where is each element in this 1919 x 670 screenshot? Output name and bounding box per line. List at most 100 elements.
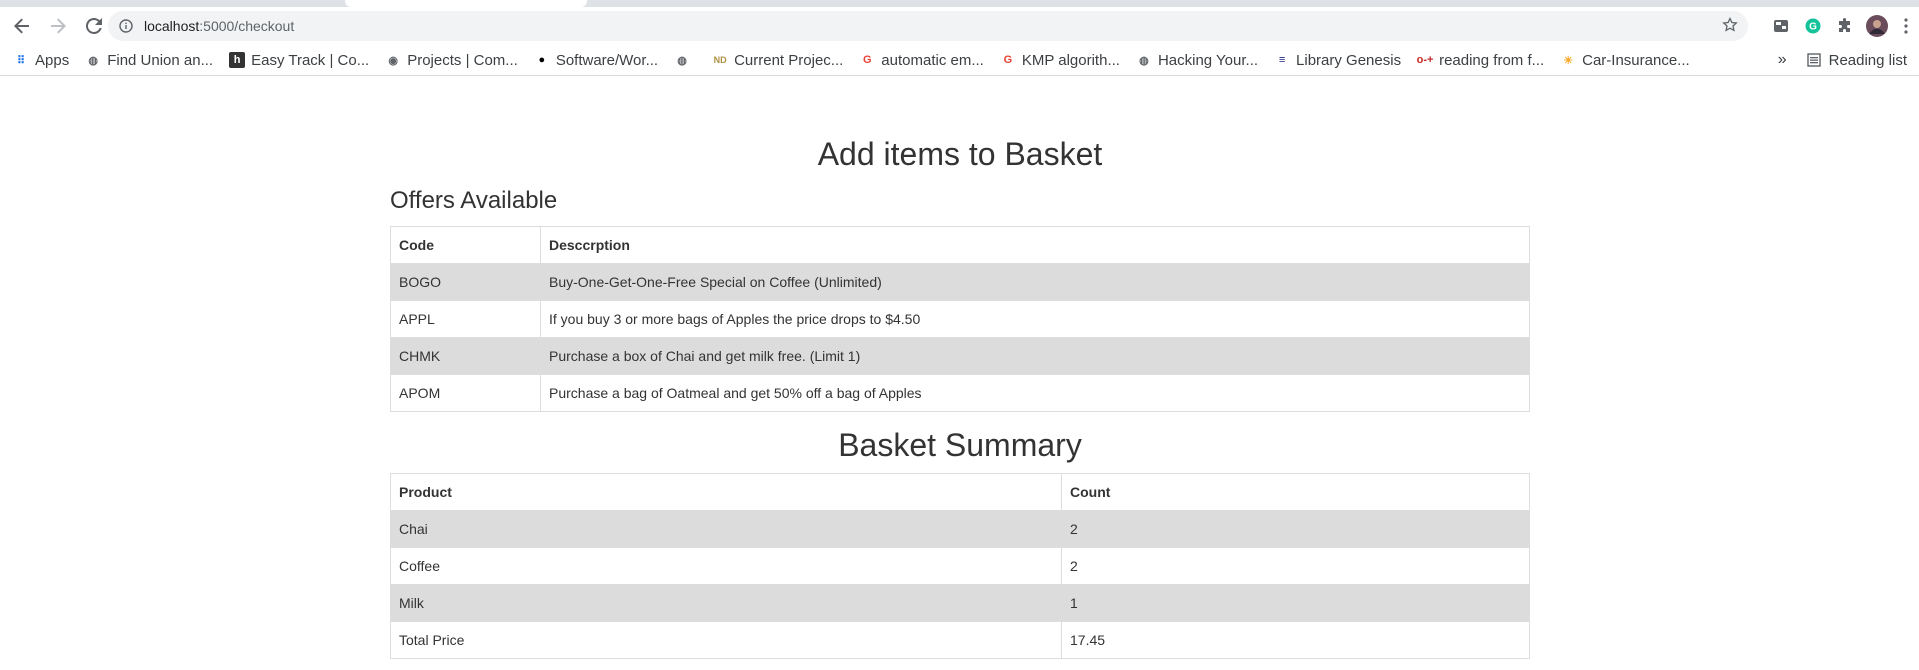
bookmark-item[interactable]: ND Current Projec...: [712, 51, 844, 69]
column-header-product: Product: [390, 473, 1062, 511]
offer-code: CHMK: [390, 337, 541, 375]
bookmark-label: Find Union an...: [107, 51, 214, 69]
bookmark-label: KMP algorith...: [1021, 51, 1120, 69]
offer-row: CHMK Purchase a box of Chai and get milk …: [390, 337, 1530, 375]
offer-row: APPL If you buy 3 or more bags of Apples …: [390, 300, 1530, 338]
bookmark-item[interactable]: ☀ Car-Insurance...: [1560, 51, 1690, 69]
offer-code: APPL: [390, 300, 541, 338]
summary-product: Chai: [390, 510, 1062, 548]
bookmark-label: Apps: [35, 51, 70, 69]
info-icon[interactable]: [118, 18, 134, 34]
bookmark-item[interactable]: G KMP algorith...: [1000, 52, 1120, 69]
summary-product: Milk: [390, 584, 1062, 622]
active-tab[interactable]: [345, 0, 587, 7]
forward-button[interactable]: [40, 8, 76, 44]
bookmark-item[interactable]: Gautomatic em...: [859, 52, 984, 69]
bookmark-item[interactable]: ● Software/Wor...: [534, 52, 658, 69]
back-button[interactable]: [4, 8, 40, 44]
summary-product: Total Price: [390, 621, 1062, 659]
offer-description: If you buy 3 or more bags of Apples the …: [540, 300, 1530, 338]
extensions-area: G: [1765, 7, 1919, 45]
bulb-icon: ☀: [1563, 54, 1574, 67]
location-icon: ◉: [388, 54, 399, 67]
url-host: localhost: [144, 18, 200, 34]
bookmark-item[interactable]: ◍ Find Union an...: [85, 52, 213, 69]
globe-icon: ◍: [677, 54, 687, 67]
bookmark-label: reading from f...: [1439, 51, 1545, 69]
reload-icon: [86, 18, 102, 34]
h-logo-icon: h: [229, 52, 246, 68]
column-header-count: Count: [1061, 473, 1530, 511]
bookmark-label: Easy Track | Co...: [251, 51, 370, 69]
bookmark-label: Software/Wor...: [555, 51, 659, 69]
summary-row: Chai 2: [390, 510, 1530, 548]
reading-list-button[interactable]: Reading list: [1806, 51, 1907, 69]
summary-row: Coffee 2: [390, 547, 1530, 585]
bookmark-star-icon[interactable]: [1722, 16, 1738, 38]
tab-strip: [0, 0, 1919, 7]
bookmarks-bar: ⠿ Apps ◍ Find Union an... h Easy Track | Co..…: [0, 45, 1919, 76]
more-bookmarks-icon[interactable]: »: [1778, 51, 1787, 69]
summary-count: 1: [1061, 584, 1530, 622]
offer-code: BOGO: [390, 263, 541, 301]
bookmark-item[interactable]: ◉ Projects | Com...: [385, 51, 518, 69]
summary-product: Coffee: [390, 547, 1062, 585]
offer-code: APOM: [390, 374, 541, 412]
column-header-description: Desccrption: [540, 226, 1530, 264]
bookmark-item[interactable]: o-+ reading from f...: [1417, 52, 1544, 69]
offers-table: Code Desccrption BOGO Buy-One-Get-One-Fre…: [390, 226, 1530, 412]
summary-row: Milk 1: [390, 584, 1530, 622]
offers-header-row: Code Desccrption: [390, 226, 1530, 264]
url-text: localhost:5000/checkout: [144, 18, 294, 34]
summary-header-row: Product Count: [390, 473, 1530, 511]
address-bar[interactable]: localhost:5000/checkout: [108, 11, 1748, 41]
bookmark-item[interactable]: ≡ Library Genesis: [1274, 52, 1401, 69]
google-icon: G: [863, 54, 872, 66]
column-header-code: Code: [390, 226, 541, 264]
bookmark-item[interactable]: ◍ Hacking Your...: [1136, 52, 1258, 69]
offer-description: Buy-One-Get-One-Free Special on Coffee (…: [540, 263, 1530, 301]
key-icon: o-+: [1416, 54, 1434, 66]
reading-list-icon: [1806, 53, 1821, 67]
summary-count: 17.45: [1061, 621, 1530, 659]
github-icon: ●: [538, 54, 546, 66]
google-icon: G: [1003, 54, 1013, 66]
bookmark-label: automatic em...: [881, 51, 984, 69]
arrow-left-icon: [14, 18, 29, 34]
kebab-menu-icon[interactable]: [1893, 10, 1919, 42]
extension-icon[interactable]: [1765, 10, 1797, 42]
bookmark-label: Library Genesis: [1296, 51, 1402, 69]
offer-description: Purchase a bag of Oatmeal and get 50% of…: [540, 374, 1530, 412]
offer-description: Purchase a box of Chai and get milk free…: [540, 337, 1530, 375]
puzzle-icon[interactable]: [1829, 10, 1861, 42]
bookmark-item[interactable]: h Easy Track | Co...: [229, 52, 369, 69]
page-title: Add items to Basket: [817, 136, 1103, 172]
summary-row: Total Price 17.45: [390, 621, 1530, 659]
avatar[interactable]: [1861, 10, 1893, 42]
bookmark-label: Current Projec...: [734, 51, 844, 69]
bookmark-label: Projects | Com...: [407, 51, 518, 69]
libgen-icon: ≡: [1278, 54, 1286, 66]
summary-count: 2: [1061, 510, 1530, 548]
offer-row: BOGO Buy-One-Get-One-Free Special on Coff…: [390, 263, 1530, 301]
globe-icon: ◍: [88, 54, 98, 67]
bookmark-label: Car-Insurance...: [1582, 51, 1690, 69]
bookmark-label: Hacking Your...: [1157, 51, 1259, 69]
apps-grid-icon: ⠿: [16, 54, 26, 67]
reading-list-label: Reading list: [1828, 51, 1907, 69]
summary-heading: Basket Summary: [838, 427, 1082, 463]
svg-text:G: G: [1809, 22, 1817, 33]
offer-row: APOM Purchase a bag of Oatmeal and get 50…: [390, 374, 1530, 412]
nd-logo-icon: ND: [713, 55, 727, 65]
summary-count: 2: [1061, 547, 1530, 585]
bookmark-item[interactable]: ◍: [674, 52, 696, 68]
offers-heading: Offers Available: [390, 187, 558, 214]
bookmark-item[interactable]: ⠿ Apps: [13, 52, 69, 69]
reload-button[interactable]: [76, 8, 112, 44]
bookmarks-right: » Reading list: [1778, 45, 1907, 75]
browser-toolbar: localhost:5000/checkout G: [0, 7, 1919, 45]
globe-icon: ◍: [1139, 54, 1149, 67]
grammarly-icon[interactable]: G: [1797, 10, 1829, 42]
summary-table: Product Count Chai 2 Coffee 2 Milk 1 Total Pri…: [390, 473, 1530, 659]
url-path: :5000/checkout: [199, 18, 295, 34]
